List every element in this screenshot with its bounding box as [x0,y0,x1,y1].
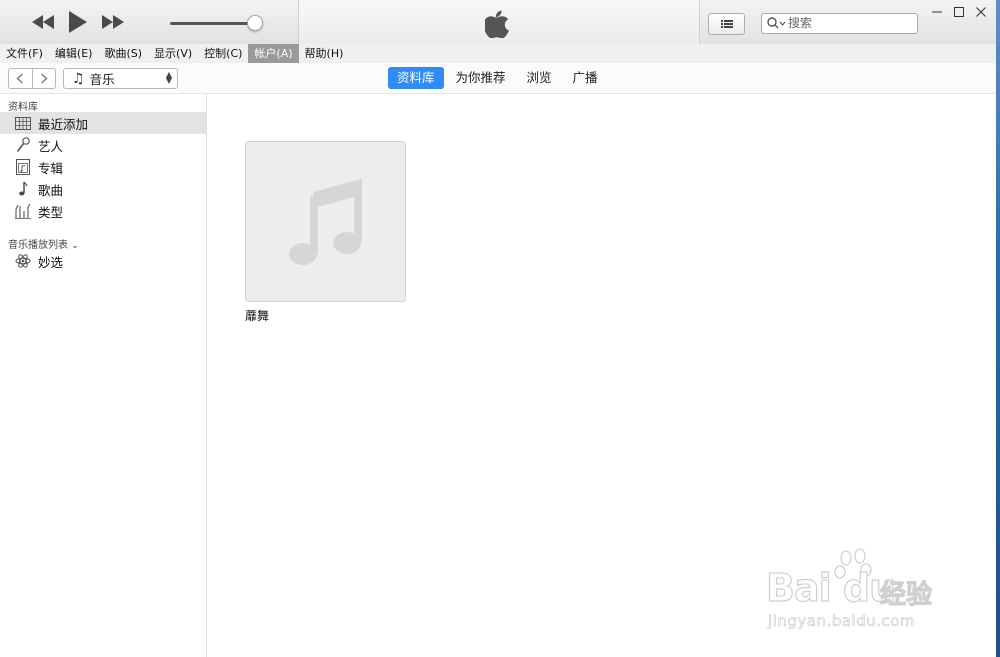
player-toolbar [0,0,996,45]
updown-chevron-icon: ▲ ▼ [165,70,172,85]
music-note-icon: ♫ [72,70,85,87]
status-display [298,0,700,44]
sidebar-item-label: 妙选 [38,254,64,270]
media-kind-label: 音乐 [89,72,115,87]
forward-button[interactable] [31,69,56,88]
fast-forward-icon [102,15,124,29]
minimize-button[interactable] [927,4,947,20]
grid-icon [12,116,34,130]
menu-edit[interactable]: 编辑(E) [49,44,99,63]
genius-icon [12,253,34,269]
menu-bar: 文件(F) 编辑(E) 歌曲(S) 显示(V) 控制(C) 帐户(A) 帮助(H… [0,44,996,63]
watermark-brand: Bai du [765,565,896,610]
section-tabs: 资料库 为你推荐 浏览 广播 [388,67,610,89]
history-arrows [8,68,56,89]
sidebar-item-songs[interactable]: 歌曲 [0,178,206,200]
navigation-bar: ♫ 音乐 ▲ ▼ 资料库 为你推荐 浏览 广播 [0,63,996,94]
search-icon [767,17,786,29]
tab-library[interactable]: 资料库 [388,67,444,89]
search-box[interactable] [761,13,918,34]
album-title[interactable]: 蘼舞 [245,307,269,324]
fast-forward-button[interactable] [102,10,124,34]
sidebar-item-label: 歌曲 [38,182,64,198]
close-button[interactable] [971,4,991,20]
volume-knob[interactable] [247,15,263,31]
rewind-icon [32,15,54,29]
watermark-url: jingyan.baidu.com [768,612,915,631]
tab-browse[interactable]: 浏览 [518,67,561,89]
rewind-button[interactable] [32,10,54,34]
sidebar-item-genres[interactable]: 类型 [0,200,206,222]
menu-file[interactable]: 文件(F) [0,44,49,63]
menu-song[interactable]: 歌曲(S) [98,44,148,63]
sidebar-item-label: 最近添加 [38,116,89,132]
sidebar-item-albums[interactable]: 专辑 [0,156,206,178]
watermark: Bai du 经验 jingyan.baidu.com [762,548,952,638]
list-view-button[interactable] [708,13,745,35]
tab-radio[interactable]: 广播 [564,67,607,89]
desktop-background [996,0,1000,657]
maximize-icon [954,7,964,17]
itunes-window: 文件(F) 编辑(E) 歌曲(S) 显示(V) 控制(C) 帐户(A) 帮助(H… [0,0,996,657]
chevron-right-icon [40,73,48,84]
play-icon [69,11,87,33]
apple-logo [485,10,509,38]
media-kind-select[interactable]: ♫ 音乐 ▲ ▼ [63,68,178,89]
album-icon [12,159,34,175]
maximize-button[interactable] [949,4,969,20]
menu-help[interactable]: 帮助(H) [299,44,350,63]
sidebar-item-label: 专辑 [38,160,64,176]
chevron-left-icon [16,73,24,84]
tab-for-you[interactable]: 为你推荐 [447,67,515,89]
list-view-icon [721,20,733,28]
genre-icon [12,203,34,219]
music-note-icon [12,181,34,197]
search-input[interactable] [788,15,908,31]
menu-controls[interactable]: 控制(C) [198,44,248,63]
sidebar: 资料库 最近添加 艺人 专辑 歌曲 类型 音乐播放列表 ⌄ 妙选 [0,94,207,657]
sidebar-item-recently-added[interactable]: 最近添加 [0,112,206,134]
album-artwork[interactable] [245,141,406,302]
sidebar-item-genius[interactable]: 妙选 [0,250,206,272]
library-header: 资料库 [8,102,38,113]
play-button[interactable] [68,10,88,34]
minimize-icon [932,11,942,13]
music-note-icon [288,178,362,265]
menu-account[interactable]: 帐户(A) [248,44,299,63]
volume-slider[interactable] [170,22,255,25]
sidebar-item-label: 类型 [38,204,64,220]
menu-view[interactable]: 显示(V) [148,44,198,63]
watermark-brand-cn: 经验 [879,580,933,611]
microphone-icon [12,137,34,153]
playlists-header[interactable]: 音乐播放列表 ⌄ [8,236,79,251]
back-button[interactable] [9,69,32,88]
sidebar-item-label: 艺人 [38,138,64,154]
close-icon [976,7,986,17]
sidebar-item-artists[interactable]: 艺人 [0,134,206,156]
